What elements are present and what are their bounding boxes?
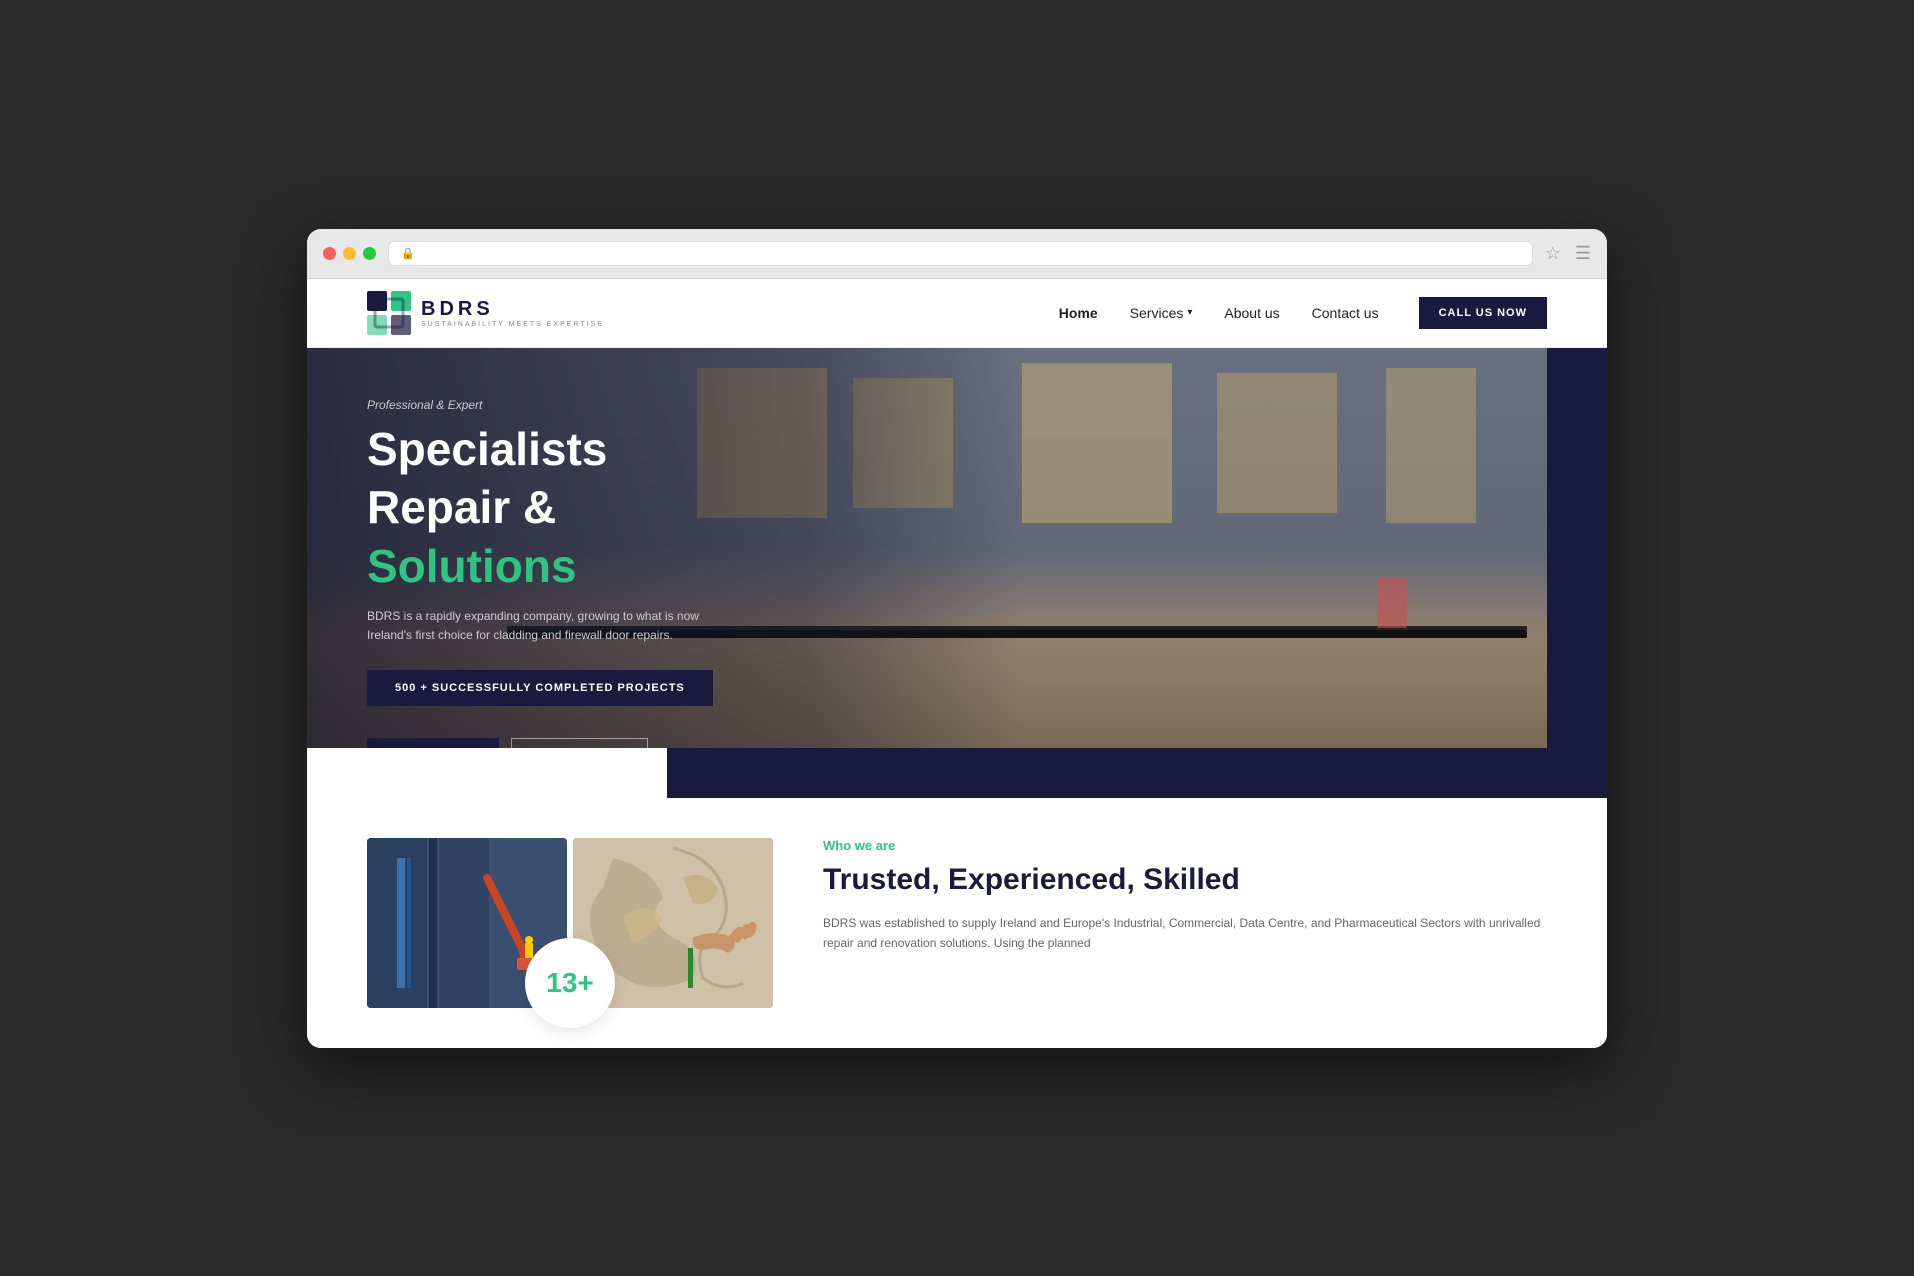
- hero-action-buttons: CALL US NOW ENQUIRE NOW: [367, 738, 807, 748]
- about-label: Who we are: [823, 838, 1547, 853]
- call-now-button[interactable]: CALL US NOW: [367, 738, 499, 748]
- projects-button[interactable]: 500 + SUCCESSFULLY COMPLETED PROJECTS: [367, 670, 713, 706]
- nav-cta-button[interactable]: CALL US NOW: [1419, 297, 1547, 329]
- browser-actions: ☆ ☰: [1545, 243, 1591, 264]
- about-counter: 13+: [525, 938, 615, 1028]
- equipment-red: [1377, 578, 1407, 628]
- about-images: 13+: [367, 838, 773, 1008]
- chevron-down-icon: ▾: [1187, 307, 1192, 318]
- enquire-now-button[interactable]: ENQUIRE NOW: [511, 738, 648, 748]
- nav-about[interactable]: About us: [1224, 305, 1279, 321]
- tarp-5: [1386, 368, 1476, 523]
- hero-title: Specialists Repair & Solutions: [367, 424, 807, 592]
- traffic-light-close[interactable]: [323, 247, 336, 260]
- logo-text: BDRS SUSTAINABILITY MEETS EXPERTISE: [421, 298, 604, 328]
- hero-description: BDRS is a rapidly expanding company, gro…: [367, 607, 707, 645]
- about-description: BDRS was established to supply Ireland a…: [823, 913, 1547, 954]
- logo-icon: [367, 291, 411, 335]
- logo-tagline: SUSTAINABILITY MEETS EXPERTISE: [421, 321, 604, 328]
- nav-links: Home Services ▾ About us Contact us: [1059, 305, 1379, 321]
- about-title: Trusted, Experienced, Skilled: [823, 863, 1547, 897]
- hero-content: Professional & Expert Specialists Repair…: [307, 348, 867, 748]
- logo-brand-name: BDRS: [421, 298, 604, 321]
- tarp-3: [1022, 363, 1172, 523]
- about-text: Who we are Trusted, Experienced, Skilled…: [823, 838, 1547, 954]
- hero-title-green: Solutions: [367, 541, 807, 592]
- browser-chrome: 🔒 ☆ ☰: [307, 229, 1607, 279]
- website: BDRS SUSTAINABILITY MEETS EXPERTISE Home…: [307, 279, 1607, 1048]
- hero-right-accent: [1547, 348, 1607, 748]
- browser-window: 🔒 ☆ ☰ BDRS SUSTAINABILITY MEETS: [307, 229, 1607, 1048]
- traffic-light-minimize[interactable]: [343, 247, 356, 260]
- purple-accent-strip: [667, 748, 1607, 798]
- bookmark-icon[interactable]: ☆: [1545, 243, 1561, 264]
- tarp-4: [1217, 373, 1337, 513]
- lock-icon: 🔒: [401, 247, 415, 260]
- about-section: 13+ Who we are Trusted, Experienced, Ski…: [307, 798, 1607, 1048]
- logo-area[interactable]: BDRS SUSTAINABILITY MEETS EXPERTISE: [367, 291, 604, 335]
- nav-contact[interactable]: Contact us: [1312, 305, 1379, 321]
- nav-home[interactable]: Home: [1059, 305, 1098, 321]
- traffic-lights: [323, 247, 376, 260]
- hero-section: Professional & Expert Specialists Repair…: [307, 348, 1607, 748]
- menu-icon[interactable]: ☰: [1575, 243, 1591, 264]
- address-bar[interactable]: 🔒: [388, 241, 1533, 266]
- hero-subtitle: Professional & Expert: [367, 398, 807, 412]
- navbar: BDRS SUSTAINABILITY MEETS EXPERTISE Home…: [307, 279, 1607, 348]
- traffic-light-maximize[interactable]: [363, 247, 376, 260]
- nav-services[interactable]: Services ▾: [1130, 305, 1193, 321]
- hero-title-line2: Repair &: [367, 482, 807, 533]
- hero-title-line1: Specialists: [367, 424, 807, 475]
